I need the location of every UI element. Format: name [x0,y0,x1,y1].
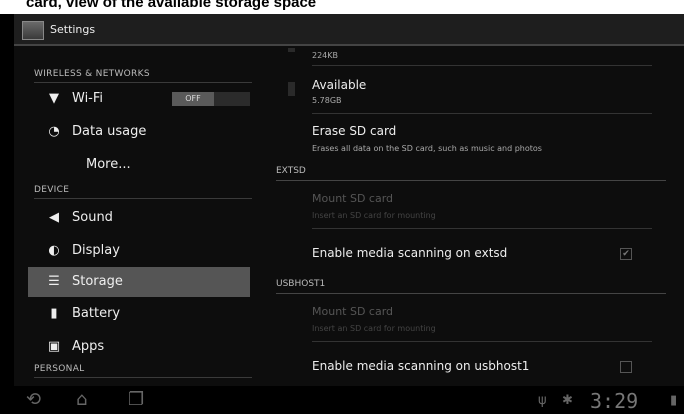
wifi-icon: ▼ [49,91,59,106]
divider [34,198,252,199]
sidebar-item-storage[interactable]: ☰ Storage [28,267,250,297]
category-usbhost1: USBHOST1 [276,279,326,289]
sidebar-item-sound[interactable]: ◀ Sound [28,203,250,233]
sound-icon: ◀ [49,210,59,225]
mount-usbhost1-title: Mount SD card [312,305,394,318]
battery-icon: ▮ [50,306,58,321]
usage-color-marker [288,48,295,52]
storage-icon: ☰ [48,274,60,289]
android-debug-icon: ✱ [562,393,573,408]
sidebar-item-label: Apps [72,339,105,354]
sidebar-item-label: Data usage [72,124,147,139]
back-icon[interactable]: ⟲ [26,391,41,409]
sidebar-item-label: Display [72,243,120,258]
recent-apps-icon[interactable]: ❐ [128,391,144,409]
sidebar-item-label: Wi-Fi [72,91,104,106]
settings-app-icon[interactable] [22,21,44,40]
divider [34,82,252,83]
home-icon[interactable]: ⌂ [76,391,87,409]
display-icon: ◐ [48,243,60,258]
sidebar-item-wifi[interactable]: ▼ Wi-Fi OFF [28,84,250,114]
sidebar-item-label: Battery [72,306,121,321]
divider [312,341,652,342]
sidebar-item-label: Storage [72,274,123,289]
available-color-marker [288,82,295,96]
usb-icon: ψ [538,393,547,408]
storage-used-value: 224KB [312,51,339,60]
action-bar: Settings [14,14,684,46]
mount-usbhost1-subtitle: Insert an SD card for mounting [312,324,436,333]
divider [276,180,666,181]
erase-sd-card-subtitle: Erases all data on the SD card, such as … [312,144,542,153]
media-scan-extsd-label: Enable media scanning on extsd [312,246,508,260]
status-clock: 3:29 [590,389,639,413]
media-scan-usbhost1-label: Enable media scanning on usbhost1 [312,359,530,373]
divider [312,113,652,114]
available-title: Available [312,78,367,92]
divider [312,228,652,229]
settings-sidebar: WIRELESS & NETWORKS ▼ Wi-Fi OFF ◔ Data u… [14,46,254,386]
storage-detail-panel: 224KB Available 5.78GB Erase SD card Era… [276,46,666,386]
section-personal: PERSONAL [34,364,85,374]
settings-screen: WIRELESS & NETWORKS ▼ Wi-Fi OFF ◔ Data u… [14,46,684,386]
media-scan-usbhost1-checkbox[interactable] [620,361,632,373]
app-title: Settings [50,23,96,36]
section-wireless-networks: WIRELESS & NETWORKS [34,69,150,79]
divider [34,377,252,378]
sidebar-item-apps[interactable]: ▣ Apps [28,332,250,362]
erase-sd-card-title: Erase SD card [312,124,397,138]
sidebar-item-more[interactable]: More... [28,150,250,180]
wifi-toggle-state: OFF [172,92,214,106]
data-usage-icon: ◔ [48,124,60,139]
available-value: 5.78GB [312,96,342,105]
mount-extsd-title: Mount SD card [312,192,394,205]
wifi-toggle[interactable]: OFF [172,92,250,106]
sidebar-item-battery[interactable]: ▮ Battery [28,299,250,329]
sidebar-item-data-usage[interactable]: ◔ Data usage [28,117,250,147]
section-device: DEVICE [34,185,70,195]
apps-icon: ▣ [47,339,61,354]
divider [276,293,666,294]
mount-extsd-subtitle: Insert an SD card for mounting [312,211,436,220]
sidebar-item-label: More... [86,157,131,172]
system-navigation-bar: ⟲ ⌂ ❐ ψ ✱ 3:29 ▮ [0,386,684,414]
category-extsd: EXTSD [276,166,306,176]
document-caption: card, view of the available storage spac… [0,0,684,14]
sidebar-item-label: Sound [72,210,113,225]
media-scan-extsd-checkbox[interactable]: ✔ [620,248,632,260]
divider [312,65,652,66]
battery-status-icon: ▮ [670,393,678,408]
sidebar-item-display[interactable]: ◐ Display [28,236,250,266]
